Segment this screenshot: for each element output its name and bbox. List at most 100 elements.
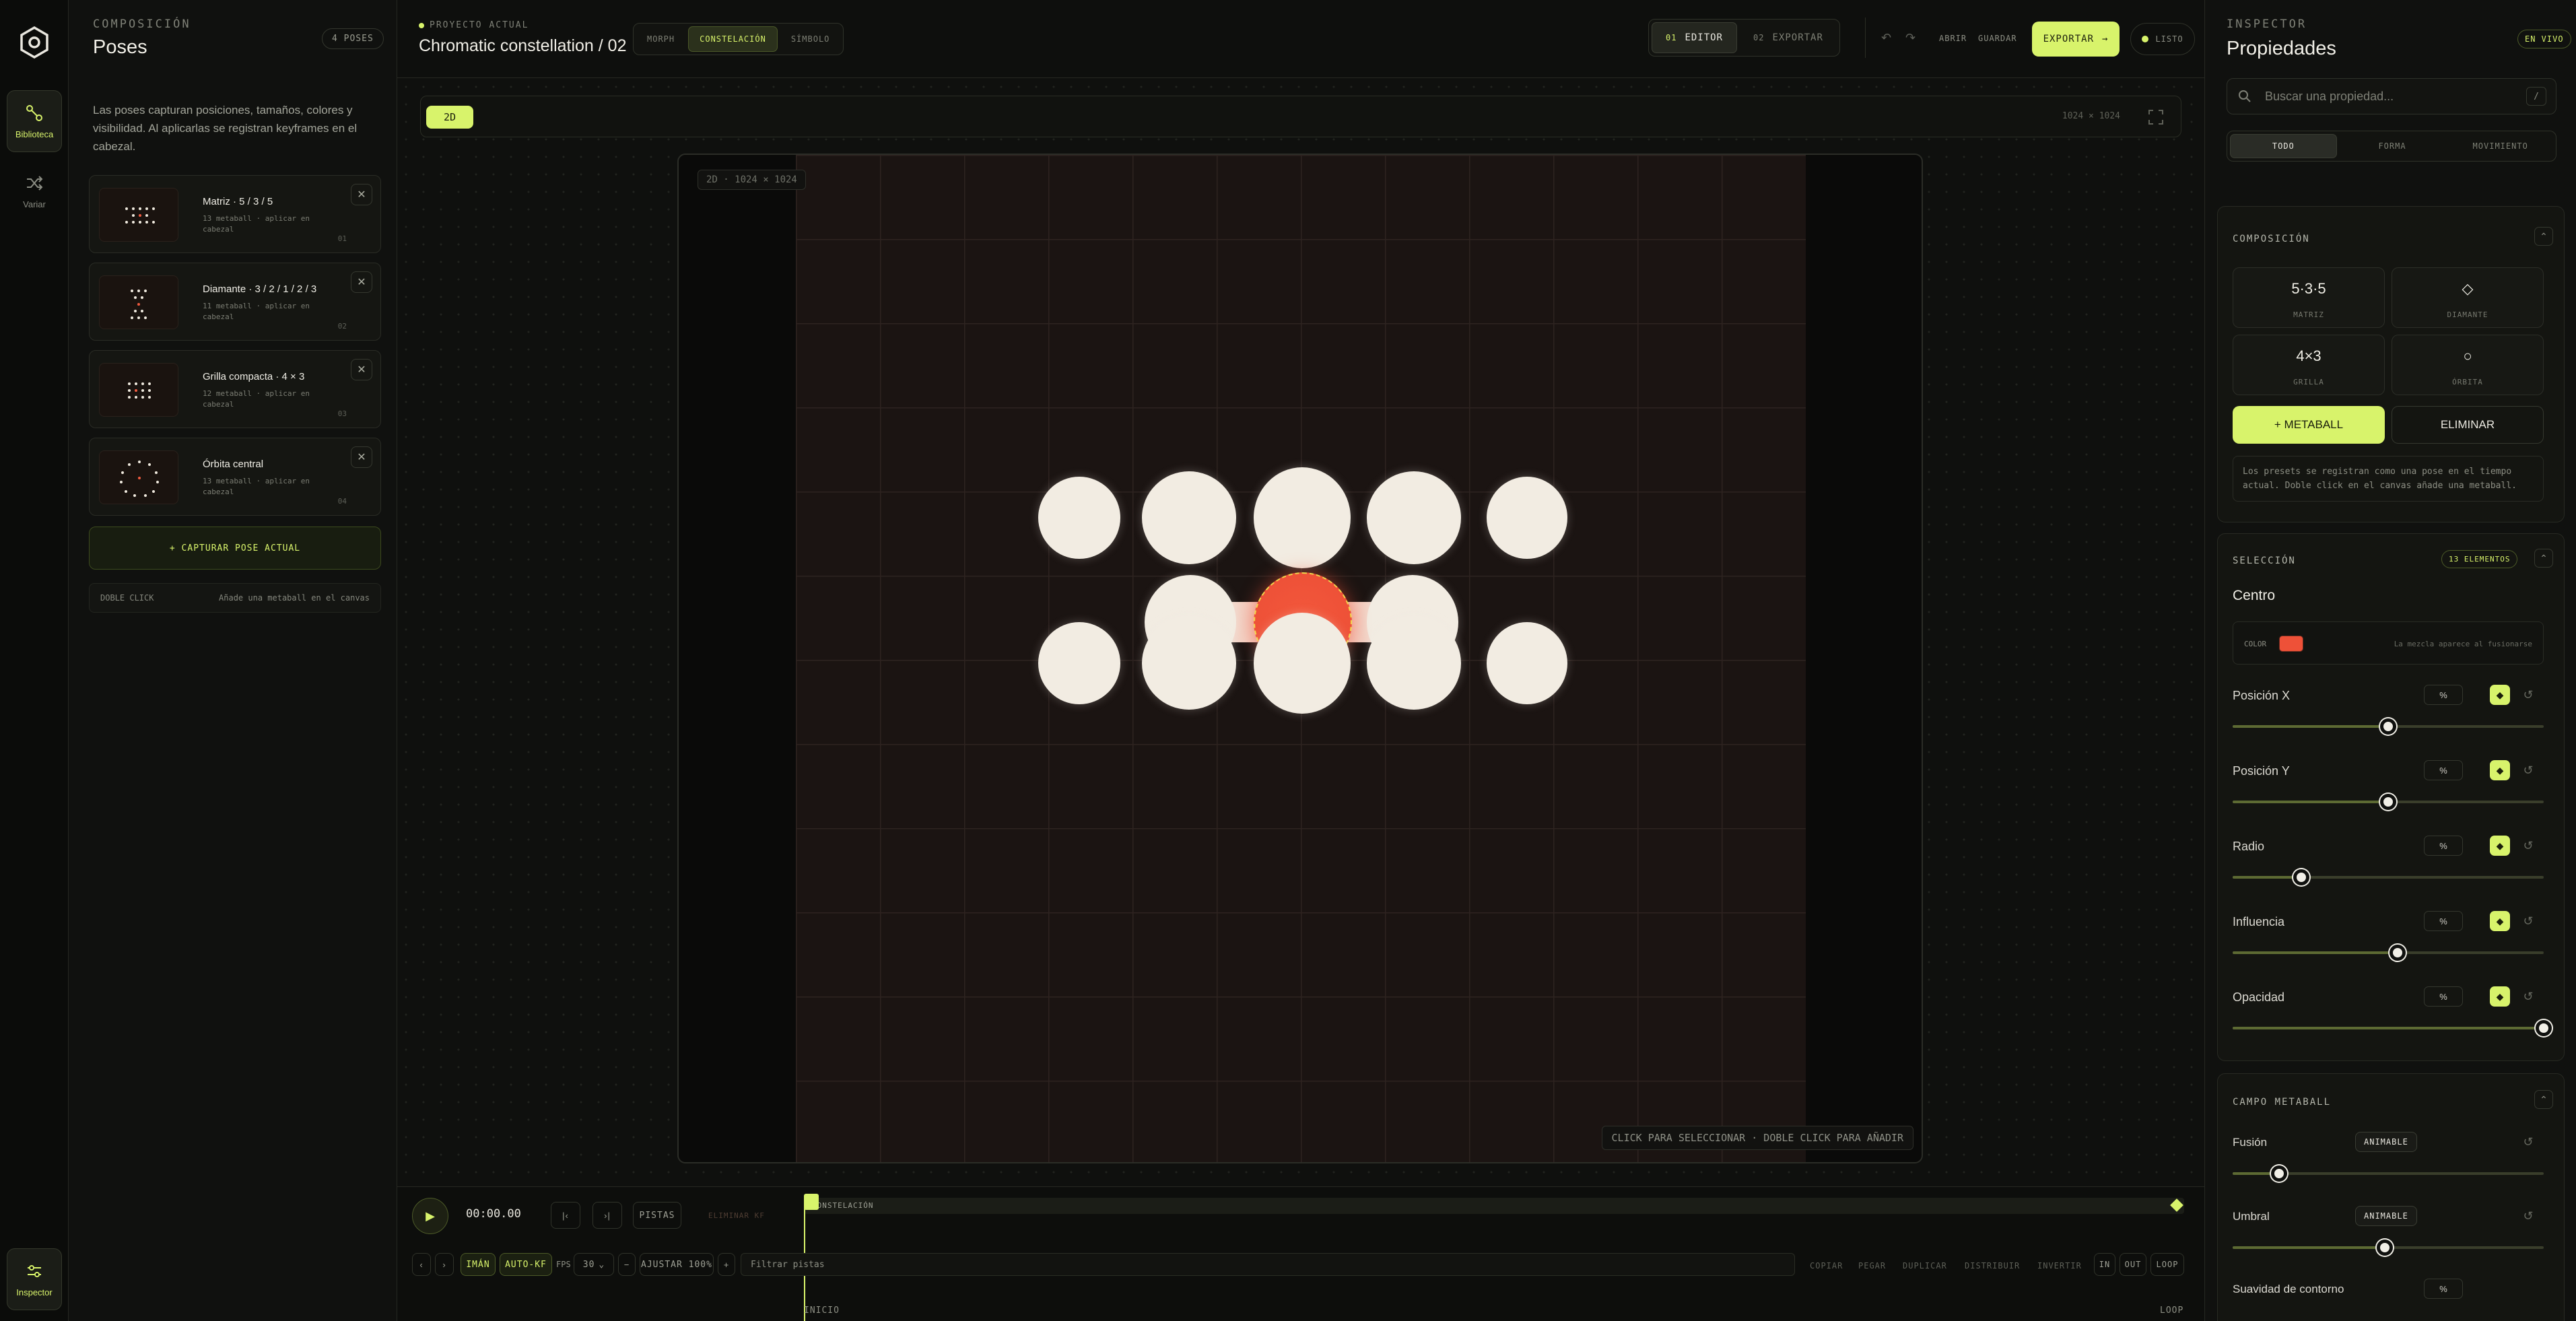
field-slider[interactable] [2233,1240,2544,1256]
auto-kf-toggle[interactable]: AUTO-KF [500,1253,552,1276]
rail-inspector-button[interactable]: Inspector [7,1248,62,1310]
distribute-button[interactable]: DISTRIBUIR [1965,1261,2020,1271]
chevron-left-icon[interactable]: ‹ [412,1253,431,1276]
keyframe-icon[interactable]: ◆ [2490,685,2510,705]
rail-library-button[interactable]: Biblioteca [7,90,62,152]
metaball[interactable] [1367,471,1461,564]
redo-icon[interactable]: ↷ [1905,31,1916,45]
preset-matrix[interactable]: 5·3·5 MATRIZ [2233,267,2385,328]
paste-button[interactable]: PEGAR [1858,1261,1886,1271]
delete-metaball-button[interactable]: ELIMINAR [2392,406,2544,444]
reset-icon[interactable]: ↺ [2519,911,2537,931]
mode-symbol[interactable]: SÍMBOLO [780,26,841,52]
capture-pose-button[interactable]: + CAPTURAR POSE ACTUAL [89,527,381,570]
export-button[interactable]: EXPORTAR → [2032,22,2120,57]
view-export-tab[interactable]: 02 EXPORTAR [1740,22,1837,53]
out-button[interactable]: OUT [2120,1253,2146,1276]
reset-icon[interactable]: ↺ [2519,685,2537,705]
metaball[interactable] [1142,617,1236,710]
keyframe-icon[interactable]: ◆ [2490,911,2510,931]
pose-card[interactable]: Órbita central 13 metaball · aplicar en … [89,438,381,516]
prev-keyframe-icon[interactable]: |‹ [551,1202,580,1229]
smooth-unit[interactable]: % [2424,1279,2463,1299]
metaball[interactable] [1487,477,1567,559]
invert-button[interactable]: INVERTIR [2037,1261,2082,1271]
keyframe-icon[interactable]: ◆ [2490,760,2510,780]
mode-constellation[interactable]: CONSTELACIÓN [688,26,778,52]
metaball[interactable] [1254,613,1351,714]
keyframe-icon[interactable]: ◆ [2490,986,2510,1007]
close-icon[interactable]: ✕ [351,271,372,293]
save-button[interactable]: GUARDAR [1978,34,2017,43]
copy-button[interactable]: COPIAR [1810,1261,1843,1271]
property-slider[interactable] [2233,1020,2552,1036]
chevron-up-icon[interactable]: ⌃ [2534,227,2553,246]
view-editor-tab[interactable]: 01 EDITOR [1652,22,1738,53]
slider-thumb[interactable] [2293,869,2309,885]
metaball[interactable] [1254,467,1351,568]
reset-icon[interactable]: ↺ [2519,1132,2537,1152]
preset-diamond[interactable]: ◇ DIAMANTE [2392,267,2544,328]
app-logo-icon[interactable] [18,26,51,59]
add-metaball-button[interactable]: + METABALL [2233,406,2385,444]
color-swatch[interactable] [2279,636,2303,652]
fps-select[interactable]: 30 ⌄ [574,1253,614,1276]
pose-card[interactable]: Diamante · 3 / 2 / 1 / 2 / 3 11 metaball… [89,263,381,341]
slider-thumb[interactable] [2389,945,2406,961]
metaball[interactable] [1367,617,1461,710]
tab-motion[interactable]: MOVIMIENTO [2447,134,2553,158]
mode-morph[interactable]: MORPH [636,26,685,52]
property-slider[interactable] [2233,718,2544,735]
slider-thumb[interactable] [2271,1165,2288,1182]
reset-icon[interactable]: ↺ [2519,836,2537,856]
metaball[interactable] [1038,477,1120,559]
keyframe-icon[interactable]: ◆ [2490,836,2510,856]
property-slider[interactable] [2233,794,2544,810]
canvas-frame[interactable]: 2D · 1024 × 1024 CLICK PARA SELECCIONAR … [677,154,1923,1163]
metaball[interactable] [1142,471,1236,564]
property-slider[interactable] [2233,945,2544,961]
reset-icon[interactable]: ↺ [2519,1206,2537,1226]
tab-shape[interactable]: FORMA [2340,134,2445,158]
play-button[interactable]: ▶ [412,1198,448,1234]
magnet-toggle[interactable]: IMÁN [461,1253,496,1276]
property-slider[interactable] [2233,869,2544,885]
property-unit[interactable]: % [2424,685,2463,705]
delete-keyframe-button[interactable]: ELIMINAR KF [708,1211,765,1220]
zoom-out-icon[interactable]: − [618,1253,636,1276]
fit-button[interactable]: AJUSTAR 100% [640,1253,714,1276]
preset-orbit[interactable]: ○ ÓRBITA [2392,335,2544,395]
slider-thumb[interactable] [2377,1240,2394,1256]
property-unit[interactable]: % [2424,760,2463,780]
filter-tracks-input[interactable]: Filtrar pistas [741,1253,1795,1276]
close-icon[interactable]: ✕ [351,446,372,468]
pose-card[interactable]: Grilla compacta · 4 × 3 12 metaball · ap… [89,350,381,428]
close-icon[interactable]: ✕ [351,359,372,380]
chevron-right-icon[interactable]: › [435,1253,454,1276]
track-bar[interactable]: CONSTELACIÓN [804,1198,2184,1214]
property-unit[interactable]: % [2424,836,2463,856]
pose-card[interactable]: Matriz · 5 / 3 / 5 13 metaball · aplicar… [89,175,381,253]
slider-thumb[interactable] [2536,1020,2552,1036]
mode-2d-badge[interactable]: 2D [426,106,473,129]
reset-icon[interactable]: ↺ [2519,986,2537,1007]
preset-grid[interactable]: 4×3 GRILLA [2233,335,2385,395]
fullscreen-icon[interactable] [2147,108,2165,126]
duplicate-button[interactable]: DUPLICAR [1903,1261,1947,1271]
slider-thumb[interactable] [2380,718,2396,735]
property-search-input[interactable]: Buscar una propiedad... / [2227,78,2556,114]
slider-thumb[interactable] [2380,794,2396,810]
rail-vary-button[interactable]: Variar [7,160,62,222]
undo-icon[interactable]: ↶ [1881,31,1892,45]
metaball[interactable] [1038,622,1120,704]
open-button[interactable]: ABRIR [1939,34,1967,43]
zoom-in-icon[interactable]: + [718,1253,735,1276]
property-unit[interactable]: % [2424,986,2463,1007]
property-unit[interactable]: % [2424,911,2463,931]
loop-button[interactable]: LOOP [2150,1253,2184,1276]
tab-all[interactable]: TODO [2230,134,2337,158]
chevron-up-icon[interactable]: ⌃ [2534,1090,2553,1109]
field-slider[interactable] [2233,1165,2544,1182]
close-icon[interactable]: ✕ [351,184,372,205]
in-button[interactable]: IN [2094,1253,2115,1276]
